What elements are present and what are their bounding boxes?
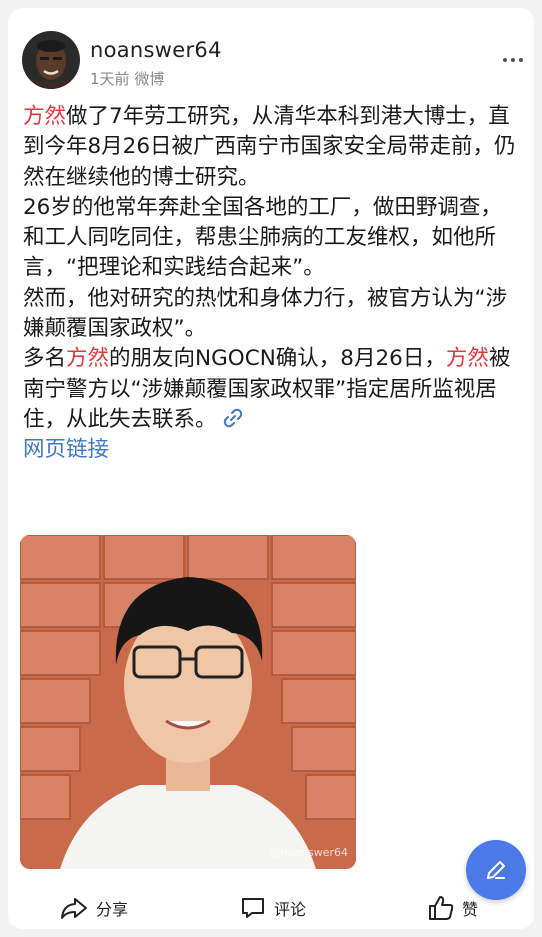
post-source: 微博 [134, 70, 165, 88]
person-name-link[interactable]: 方然 [446, 346, 489, 371]
link-icon[interactable] [221, 406, 245, 430]
web-link[interactable]: 网页链接 [23, 437, 109, 462]
post-photo[interactable]: @noanswer64 [20, 535, 356, 869]
paragraph-1-text: 做了7年劳工研究，从清华本科到港大博士，直到今年8月26日被广西南宁市国家安全局… [23, 104, 516, 190]
post-meta: 1天前 微博 [90, 68, 164, 89]
person-name-link[interactable]: 方然 [66, 346, 109, 371]
comment-label: 评论 [274, 900, 307, 919]
photo-watermark: @noanswer64 [269, 846, 348, 859]
post-card: noanswer64 1天前 微博 方然做了7年劳工研究，从清华本科到港大博士，… [8, 8, 534, 929]
paragraph-4-text-b: 的朋友向NGOCN确认，8月26日， [109, 346, 446, 372]
paragraph-1: 方然做了7年劳工研究，从清华本科到港大博士，直到今年8月26日被广西南宁市国家安… [23, 102, 523, 193]
edit-icon [487, 861, 505, 879]
avatar[interactable] [22, 31, 80, 89]
person-name-link[interactable]: 方然 [23, 104, 66, 129]
like-button[interactable]: 赞 [428, 890, 478, 926]
paragraph-3: 然而，他对研究的热忱和身体力行，被官方认为“涉嫌颠覆国家政权”。 [23, 285, 508, 342]
share-icon [61, 898, 87, 919]
username[interactable]: noanswer64 [90, 38, 222, 62]
share-button[interactable]: 分享 [60, 890, 128, 926]
post-time: 1天前 [90, 70, 130, 88]
share-label: 分享 [96, 900, 129, 919]
more-icon[interactable] [502, 56, 524, 64]
like-label: 赞 [462, 900, 479, 919]
paragraph-4: 多名方然的朋友向NGOCN确认，8月26日，方然被南宁警方以“涉嫌颠覆国家政权罪… [23, 344, 523, 435]
comment-button[interactable]: 评论 [240, 890, 306, 926]
paragraph-4-text-a: 多名 [23, 346, 67, 372]
post-text: 方然做了7年劳工研究，从清华本科到港大博士，直到今年8月26日被广西南宁市国家安… [23, 102, 523, 466]
paragraph-2: 26岁的他常年奔赴全国各地的工厂，做田野调查，和工人同吃同住，帮患尘肺病的工友维… [23, 194, 502, 281]
comment-icon [242, 898, 264, 918]
like-icon [429, 896, 454, 920]
